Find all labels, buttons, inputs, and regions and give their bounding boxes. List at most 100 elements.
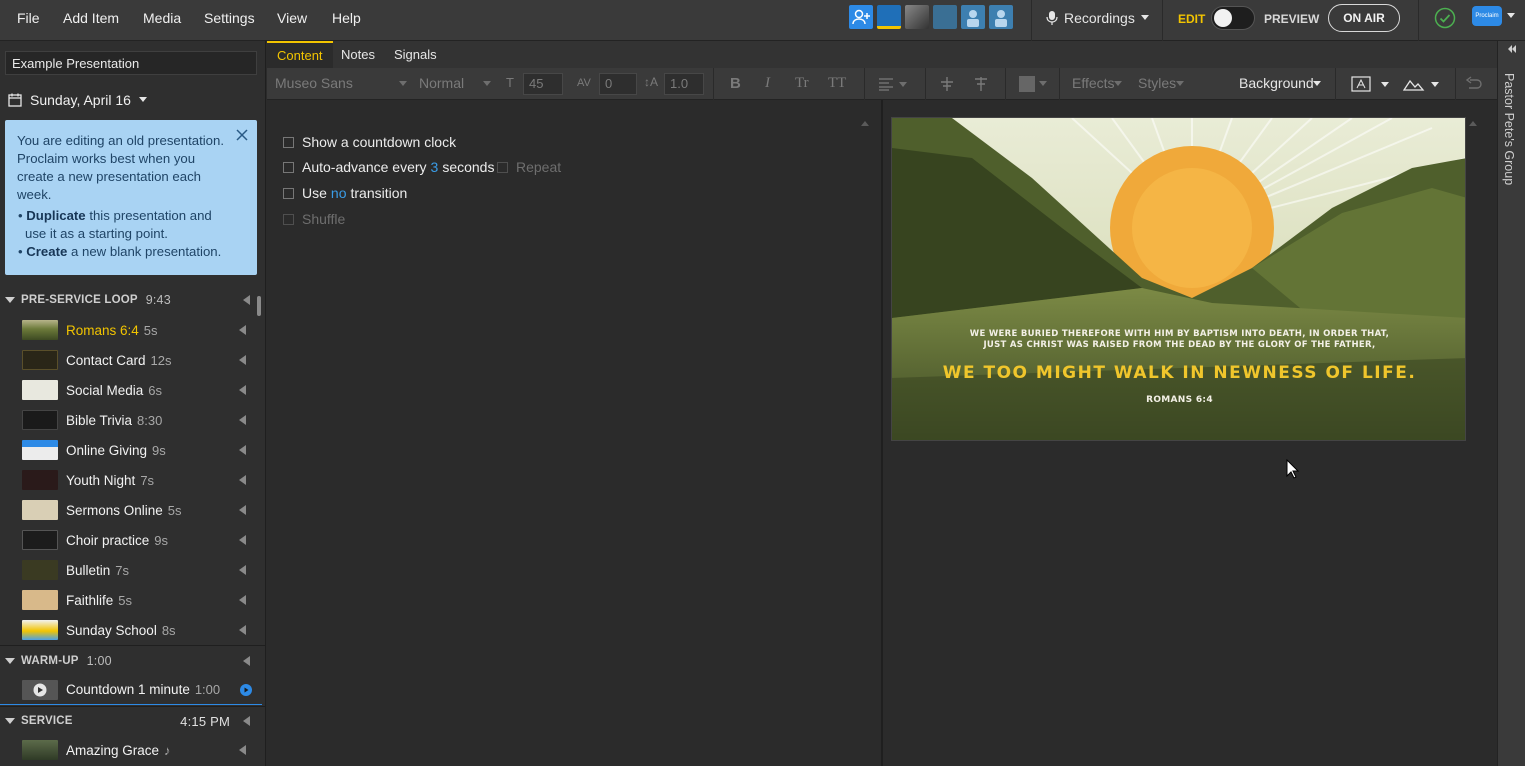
letter-spacing-input[interactable]: 0 bbox=[599, 73, 637, 95]
avatar[interactable] bbox=[933, 5, 957, 29]
speaker-icon[interactable] bbox=[243, 295, 250, 305]
image-icon[interactable] bbox=[1403, 76, 1443, 92]
align-top-icon[interactable] bbox=[973, 76, 989, 92]
styles-menu[interactable]: Styles bbox=[1138, 75, 1176, 91]
option-auto-advance[interactable]: Auto-advance every 3 seconds bbox=[283, 159, 494, 175]
speaker-icon[interactable] bbox=[239, 565, 246, 575]
menu-settings[interactable]: Settings bbox=[204, 10, 255, 26]
slide-item-romans[interactable]: Romans 6:4 5s bbox=[0, 315, 262, 345]
uppercase-button[interactable]: TT bbox=[828, 75, 846, 92]
speaker-icon[interactable] bbox=[239, 745, 246, 755]
slide-item-choir-practice[interactable]: Choir practice 9s bbox=[0, 525, 262, 555]
speaker-icon[interactable] bbox=[243, 656, 250, 666]
section-header-service[interactable]: SERVICE 4:15 PM bbox=[0, 706, 266, 736]
collapse-triangle-icon[interactable] bbox=[5, 297, 15, 303]
font-weight-select[interactable]: Normal bbox=[419, 75, 464, 91]
speaker-icon[interactable] bbox=[239, 325, 246, 335]
auto-advance-checkbox[interactable] bbox=[283, 161, 294, 173]
slide-item-bulletin[interactable]: Bulletin 7s bbox=[0, 555, 262, 585]
avatar[interactable] bbox=[905, 5, 929, 29]
add-user-icon[interactable] bbox=[849, 5, 873, 29]
tab-signals[interactable]: Signals bbox=[384, 41, 447, 68]
repeat-checkbox[interactable] bbox=[497, 161, 508, 173]
font-size-input[interactable]: 45 bbox=[523, 73, 563, 95]
on-air-button[interactable]: ON AIR bbox=[1328, 4, 1400, 32]
menu-help[interactable]: Help bbox=[332, 10, 361, 26]
effects-menu[interactable]: Effects bbox=[1072, 75, 1115, 91]
color-swatch[interactable] bbox=[1019, 76, 1035, 92]
shuffle-checkbox[interactable] bbox=[283, 213, 294, 225]
slide-preview[interactable]: WE WERE BURIED THEREFORE WITH HIM BY BAP… bbox=[891, 117, 1466, 441]
slide-item-faithlife[interactable]: Faithlife 5s bbox=[0, 585, 262, 615]
countdown-label: Show a countdown clock bbox=[302, 134, 457, 150]
slide-item-youth-night[interactable]: Youth Night 7s bbox=[0, 465, 262, 495]
group-name-label[interactable]: Pastor Pete's Group bbox=[1502, 73, 1516, 185]
bold-button[interactable]: B bbox=[730, 75, 741, 92]
line-height-input[interactable]: 1.0 bbox=[664, 73, 704, 95]
menu-add-item[interactable]: Add Item bbox=[63, 10, 119, 26]
transition-value[interactable]: no bbox=[331, 185, 347, 201]
undo-icon[interactable] bbox=[1465, 76, 1483, 92]
recordings-label: Recordings bbox=[1064, 10, 1135, 26]
close-icon[interactable] bbox=[235, 128, 249, 142]
slide-item-social-media[interactable]: Social Media 6s bbox=[0, 375, 262, 405]
user-icon[interactable] bbox=[961, 5, 985, 29]
edit-preview-toggle[interactable] bbox=[1211, 6, 1255, 30]
slide-item-sermons-online[interactable]: Sermons Online 5s bbox=[0, 495, 262, 525]
menu-media[interactable]: Media bbox=[143, 10, 181, 26]
slide-item-bible-trivia[interactable]: Bible Trivia 8:30 bbox=[0, 405, 262, 435]
collapse-panel-icon[interactable] bbox=[1507, 45, 1517, 53]
user-icon[interactable] bbox=[989, 5, 1013, 29]
old-presentation-notice: You are editing an old presentation. Pro… bbox=[5, 120, 257, 275]
speaker-icon[interactable] bbox=[239, 505, 246, 515]
scroll-up-icon[interactable] bbox=[861, 120, 869, 126]
sync-status-check-icon[interactable] bbox=[1434, 7, 1456, 29]
slide-item-countdown[interactable]: Countdown 1 minute 1:00 bbox=[0, 675, 262, 705]
font-family-select[interactable]: Museo Sans bbox=[275, 75, 353, 91]
speaker-icon[interactable] bbox=[239, 445, 246, 455]
auto-advance-seconds-value[interactable]: 3 bbox=[431, 159, 439, 175]
option-repeat[interactable]: Repeat bbox=[497, 159, 561, 175]
option-shuffle[interactable]: Shuffle bbox=[283, 211, 345, 227]
collapse-triangle-icon[interactable] bbox=[5, 718, 15, 724]
countdown-checkbox[interactable] bbox=[283, 136, 294, 148]
speaker-icon[interactable] bbox=[239, 355, 246, 365]
duplicate-link[interactable]: Duplicate bbox=[26, 208, 85, 223]
speaker-icon[interactable] bbox=[239, 595, 246, 605]
account-menu[interactable]: Proclaim bbox=[1472, 6, 1515, 26]
speaker-icon[interactable] bbox=[239, 415, 246, 425]
slide-item-amazing-grace[interactable]: Amazing Grace ♪ bbox=[0, 735, 262, 765]
speaker-icon[interactable] bbox=[239, 535, 246, 545]
avatar[interactable] bbox=[877, 5, 901, 29]
menu-file[interactable]: File bbox=[17, 10, 40, 26]
top-menu-bar: File Add Item Media Settings View Help R… bbox=[0, 0, 1525, 41]
collapse-triangle-icon[interactable] bbox=[5, 658, 15, 664]
recordings-menu[interactable]: Recordings bbox=[1046, 10, 1149, 26]
speaker-icon[interactable] bbox=[239, 625, 246, 635]
background-menu[interactable]: Background bbox=[1239, 75, 1314, 91]
text-box-icon[interactable] bbox=[1351, 76, 1391, 92]
slide-item-online-giving[interactable]: Online Giving 9s bbox=[0, 435, 262, 465]
speaker-icon[interactable] bbox=[239, 385, 246, 395]
option-transition[interactable]: Use no transition bbox=[283, 185, 407, 201]
section-header-warm-up[interactable]: WARM-UP 1:00 bbox=[0, 646, 266, 676]
italic-button[interactable]: I bbox=[765, 75, 770, 92]
option-countdown[interactable]: Show a countdown clock bbox=[283, 134, 456, 150]
create-link[interactable]: Create bbox=[26, 244, 67, 259]
align-vertical-icon[interactable] bbox=[939, 76, 955, 92]
scrollbar[interactable] bbox=[257, 296, 261, 316]
date-picker[interactable]: Sunday, April 16 bbox=[8, 92, 147, 108]
speaker-icon[interactable] bbox=[243, 716, 250, 726]
tab-content[interactable]: Content bbox=[267, 41, 333, 68]
case-button[interactable]: Tr bbox=[795, 75, 809, 92]
speaker-icon[interactable] bbox=[239, 475, 246, 485]
scroll-up-icon[interactable] bbox=[1469, 120, 1477, 126]
slide-item-sunday-school[interactable]: Sunday School 8s bbox=[0, 615, 262, 645]
tab-notes[interactable]: Notes bbox=[331, 41, 385, 68]
transition-checkbox[interactable] bbox=[283, 187, 294, 199]
presentation-name-input[interactable] bbox=[5, 51, 257, 75]
align-left-icon[interactable] bbox=[878, 77, 908, 91]
slide-item-contact-card[interactable]: Contact Card 12s bbox=[0, 345, 262, 375]
menu-view[interactable]: View bbox=[277, 10, 307, 26]
section-header-pre-service-loop[interactable]: PRE-SERVICE LOOP 9:43 bbox=[0, 285, 266, 315]
